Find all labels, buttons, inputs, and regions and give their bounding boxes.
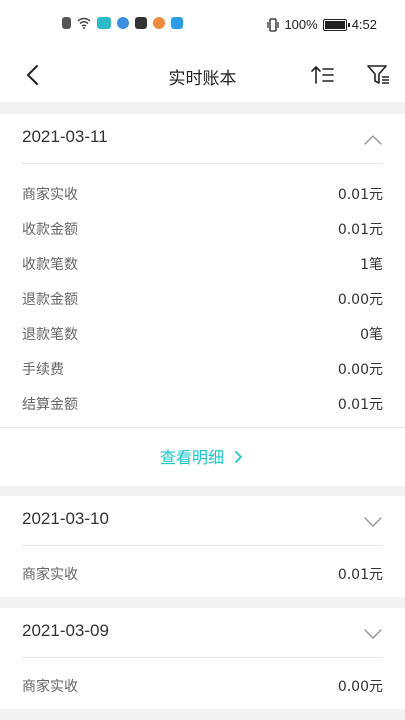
app-notification-icon [117,17,129,29]
record-card: 2021-03-11 商家实收 0.01元 收款金额 0.01元 收款笔数 1笔… [0,114,405,486]
battery-icon [322,18,350,31]
record-date: 2021-03-11 [22,127,108,146]
record-row: 商家实收 0.01元 [22,556,383,591]
row-value: 0笔 [360,327,383,343]
record-row: 退款金额 0.00元 [22,281,383,316]
record-row: 商家实收 0.01元 [22,176,383,211]
app-notification-icon [171,17,183,29]
record-header[interactable]: 2021-03-10 [22,496,383,546]
record-header[interactable]: 2021-03-09 [22,608,383,658]
info-icon [135,17,147,29]
record-row: 手续费 0.00元 [22,351,383,386]
row-value: 0.01元 [337,222,383,238]
filter-icon [367,65,389,84]
row-label: 商家实收 [22,679,78,695]
clock: 4:52 [351,17,377,32]
row-label: 结算金额 [22,397,78,413]
chevron-down-icon[interactable] [363,624,383,644]
record-row: 收款金额 0.01元 [22,211,383,246]
row-label: 商家实收 [22,567,78,583]
sim-icon [62,17,71,29]
record-row: 结算金额 0.01元 [22,386,383,421]
row-label: 商家实收 [22,187,78,203]
record-card: 2021-03-09 商家实收 0.00元 [0,608,405,709]
record-card: 2021-03-10 商家实收 0.01元 [0,496,405,597]
row-value: 0.01元 [337,187,383,203]
row-label: 收款笔数 [22,257,78,273]
record-row: 商家实收 0.00元 [22,668,383,703]
chevron-down-icon[interactable] [363,512,383,532]
filter-button[interactable] [365,62,391,88]
vibrate-icon [267,17,280,32]
message-icon [153,17,165,29]
row-label: 收款金额 [22,222,78,238]
row-label: 退款金额 [22,292,78,308]
page-title: 实时账本 [168,69,237,89]
row-value: 1笔 [360,257,383,273]
view-details-label: 查看明细 [159,448,224,467]
sort-icon [311,66,334,84]
notification-icons [62,17,183,29]
detail-footer: 查看明细 [0,427,405,481]
record-date: 2021-03-10 [22,509,109,528]
sort-button[interactable] [310,62,336,88]
row-value: 0.01元 [337,397,383,413]
row-value: 0.00元 [337,679,383,695]
row-value: 0.01元 [337,567,383,583]
row-value: 0.00元 [337,362,383,378]
record-date: 2021-03-09 [22,621,109,640]
view-details-link[interactable]: 查看明细 [0,444,405,468]
nav-bar: 实时账本 [0,50,405,102]
row-value: 0.00元 [337,292,383,308]
record-row: 退款笔数 0笔 [22,316,383,351]
battery-percent: 100% [284,17,318,32]
status-right: 100% 4:52 [267,17,377,32]
wifi-icon [77,17,91,29]
record-row: 收款笔数 1笔 [22,246,383,281]
chevron-up-icon[interactable] [363,130,383,150]
chevron-right-icon [235,451,242,463]
app-notification-icon [97,17,111,29]
row-label: 退款笔数 [22,327,78,343]
record-header[interactable]: 2021-03-11 [22,114,383,164]
row-label: 手续费 [22,362,64,378]
status-bar: 100% 4:52 [0,0,405,50]
